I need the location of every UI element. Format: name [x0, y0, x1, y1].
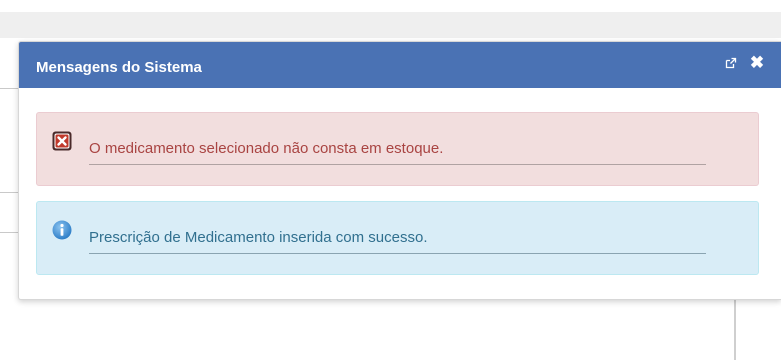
popout-button[interactable] [723, 53, 739, 73]
close-icon: ✖ [749, 53, 765, 72]
close-button[interactable]: ✖ [748, 53, 766, 73]
error-message: O medicamento selecionado não consta em … [36, 112, 759, 186]
background-divider [0, 192, 20, 193]
dialog-header[interactable]: Mensagens do Sistema ✖ [19, 42, 781, 88]
background-toolbar-strip [0, 12, 781, 38]
external-link-icon [725, 57, 737, 69]
info-message-text: Prescrição de Medicamento inserida com s… [89, 229, 428, 246]
system-messages-dialog: Mensagens do Sistema ✖ O medicamento sel… [18, 41, 781, 300]
background-divider [0, 88, 20, 89]
error-message-text: O medicamento selecionado não consta em … [89, 140, 444, 157]
background-divider [0, 232, 20, 233]
info-icon [52, 220, 72, 240]
message-divider [89, 253, 706, 254]
dialog-title: Mensagens do Sistema [36, 59, 202, 76]
message-divider [89, 164, 706, 165]
error-icon [52, 131, 72, 151]
info-message: Prescrição de Medicamento inserida com s… [36, 201, 759, 275]
background-divider-vertical [734, 296, 736, 360]
